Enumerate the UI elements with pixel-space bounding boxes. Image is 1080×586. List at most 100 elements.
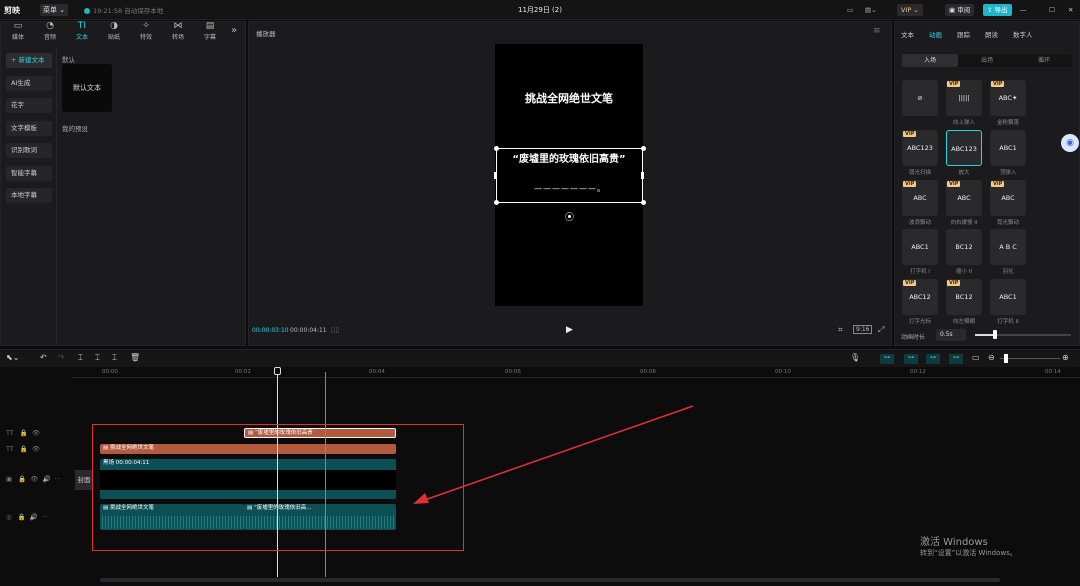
animation-item[interactable]: ABC123: [946, 130, 982, 166]
sidebar-new-text[interactable]: + 新建文本: [6, 53, 52, 68]
zoom-out-icon[interactable]: ⊖: [988, 353, 995, 362]
lock-icon[interactable]: 🔒: [20, 429, 28, 437]
ratio-icon[interactable]: 9:16: [853, 325, 873, 334]
resize-handle[interactable]: [494, 200, 499, 205]
preview-axis-icon[interactable]: ▭: [972, 353, 980, 362]
tab-media[interactable]: ▭ 媒体: [2, 21, 34, 41]
tab-text[interactable]: TI 文本: [66, 21, 98, 41]
maximize-icon[interactable]: ☐: [1045, 4, 1059, 16]
tab-tracking[interactable]: 跟踪: [957, 29, 970, 39]
sidebar-local-subtitle[interactable]: 本地字幕: [6, 188, 52, 203]
rotate-icon[interactable]: ⦿: [565, 210, 574, 223]
tab-transition[interactable]: ⋈ 转场: [162, 21, 194, 41]
animation-preview-text: ABC: [913, 194, 927, 202]
tab-animation[interactable]: 动画: [929, 29, 942, 39]
tab-sticker[interactable]: ◑ 贴纸: [98, 21, 130, 41]
assistant-icon[interactable]: ◉: [1061, 134, 1079, 152]
animation-item[interactable]: ABC1: [990, 130, 1026, 166]
resize-handle[interactable]: [494, 172, 497, 179]
layout-icon[interactable]: ▭: [843, 4, 857, 16]
sticker-icon: ◑: [110, 21, 118, 31]
tab-digital-human[interactable]: 数字人: [1013, 29, 1033, 39]
magnet-icon[interactable]: ⊶: [904, 354, 918, 364]
linkage-icon[interactable]: ⊶: [949, 354, 963, 364]
eye-icon[interactable]: 👁: [32, 429, 40, 437]
segment-in[interactable]: 入场: [902, 54, 958, 67]
split-right-icon[interactable]: ⌶: [112, 353, 117, 363]
microphone-icon[interactable]: 🎙: [850, 353, 860, 362]
player-menu-icon[interactable]: ≡: [873, 26, 881, 36]
split-icon[interactable]: ⌶: [78, 353, 83, 363]
timeline-scrollbar[interactable]: [100, 578, 1000, 582]
resize-handle[interactable]: [494, 146, 499, 151]
play-icon[interactable]: ▶: [566, 325, 573, 335]
redo-icon[interactable]: ↷: [58, 353, 65, 362]
project-title[interactable]: 11月29日 (2): [480, 5, 600, 15]
tab-subtitle[interactable]: ▤ 字幕: [194, 21, 226, 41]
eye-icon[interactable]: 👁: [32, 445, 40, 453]
more-icon[interactable]: ···: [55, 475, 61, 483]
animation-item[interactable]: ABC1: [902, 229, 938, 265]
resize-handle[interactable]: [641, 146, 646, 151]
waveform-icon[interactable]: ▯▯: [331, 325, 340, 334]
segment-loop[interactable]: 循环: [1016, 54, 1072, 67]
slider-thumb[interactable]: [993, 330, 997, 339]
animation-item[interactable]: BC12: [946, 229, 982, 265]
delete-icon[interactable]: 🗑: [130, 353, 140, 362]
lock-icon[interactable]: 🔒: [20, 445, 28, 453]
animation-item[interactable]: BC12 VIP: [946, 279, 982, 315]
crop-icon[interactable]: ⌗: [838, 325, 843, 335]
sidebar-fancy-text[interactable]: 花字: [6, 98, 52, 113]
sidebar-text-template[interactable]: 文字模板: [6, 121, 52, 136]
timeline-ruler[interactable]: 00:00 00:02 00:04 00:06 00:08 00:10 00:1…: [72, 367, 1080, 377]
anim-duration-input[interactable]: 0.5s: [936, 329, 966, 341]
default-text-card[interactable]: 默认文本: [62, 64, 112, 112]
layout-menu-icon[interactable]: ▤⌄: [861, 4, 881, 16]
tab-audio[interactable]: ◔ 音频: [34, 21, 66, 41]
cover-button[interactable]: 封面: [75, 470, 93, 490]
fullscreen-icon[interactable]: ⤢: [878, 325, 884, 335]
snap-icon[interactable]: ⊶: [926, 354, 940, 364]
undo-icon[interactable]: ↶: [40, 353, 47, 362]
vip-button[interactable]: VIP ⌄: [897, 4, 923, 16]
split-left-icon[interactable]: ⌶: [95, 353, 100, 363]
cursor-tool-icon[interactable]: ⬉⌄: [6, 353, 19, 362]
animation-item[interactable]: A B C: [990, 229, 1026, 265]
resize-handle[interactable]: [641, 200, 646, 205]
tab-read-aloud[interactable]: 朗读: [985, 29, 998, 39]
lock-icon[interactable]: 🔒: [18, 513, 26, 521]
minimize-icon[interactable]: —: [1016, 4, 1031, 16]
animation-item[interactable]: ABC VIP: [990, 180, 1026, 216]
animation-item[interactable]: ABC VIP: [902, 180, 938, 216]
eye-icon[interactable]: 👁: [30, 475, 38, 483]
animation-item[interactable]: ABC1: [990, 279, 1026, 315]
close-icon[interactable]: ✕: [1064, 4, 1077, 16]
animation-item[interactable]: ABC123 VIP: [902, 130, 938, 166]
more-tabs-icon[interactable]: »: [224, 25, 244, 36]
playhead-handle[interactable]: [274, 367, 281, 375]
animation-item[interactable]: ABC✦ VIP: [990, 80, 1026, 116]
menu-button[interactable]: 菜单 ⌄: [40, 4, 69, 16]
review-button[interactable]: ▣ 审阅: [945, 4, 975, 16]
text-selection-box[interactable]: [496, 148, 643, 203]
lock-icon[interactable]: 🔒: [18, 475, 26, 483]
zoom-slider[interactable]: [1000, 358, 1060, 359]
animation-item[interactable]: ABC VIP: [946, 180, 982, 216]
animation-item[interactable]: ABC12 VIP: [902, 279, 938, 315]
audio-mute-icon[interactable]: 🔊: [30, 513, 38, 521]
sidebar-smart-subtitle[interactable]: 智能字幕: [6, 166, 52, 181]
export-button[interactable]: ⇪ 导出: [983, 4, 1012, 16]
resize-handle[interactable]: [641, 172, 644, 179]
audio-mute-icon[interactable]: 🔊: [43, 475, 51, 483]
sidebar-ai-generate[interactable]: AI生成: [6, 76, 52, 91]
more-icon[interactable]: ···: [42, 513, 48, 521]
tab-text-props[interactable]: 文本: [901, 29, 914, 39]
animation-item[interactable]: ⊘: [902, 80, 938, 116]
link-icon[interactable]: ⊶: [880, 354, 894, 364]
sidebar-lyrics[interactable]: 识别歌词: [6, 143, 52, 158]
zoom-in-icon[interactable]: ⊕: [1062, 353, 1069, 362]
segment-out[interactable]: 出场: [959, 54, 1015, 67]
zoom-thumb[interactable]: [1004, 354, 1008, 363]
tab-effects[interactable]: ✧ 特效: [130, 21, 162, 41]
animation-item[interactable]: ||||| VIP: [946, 80, 982, 116]
